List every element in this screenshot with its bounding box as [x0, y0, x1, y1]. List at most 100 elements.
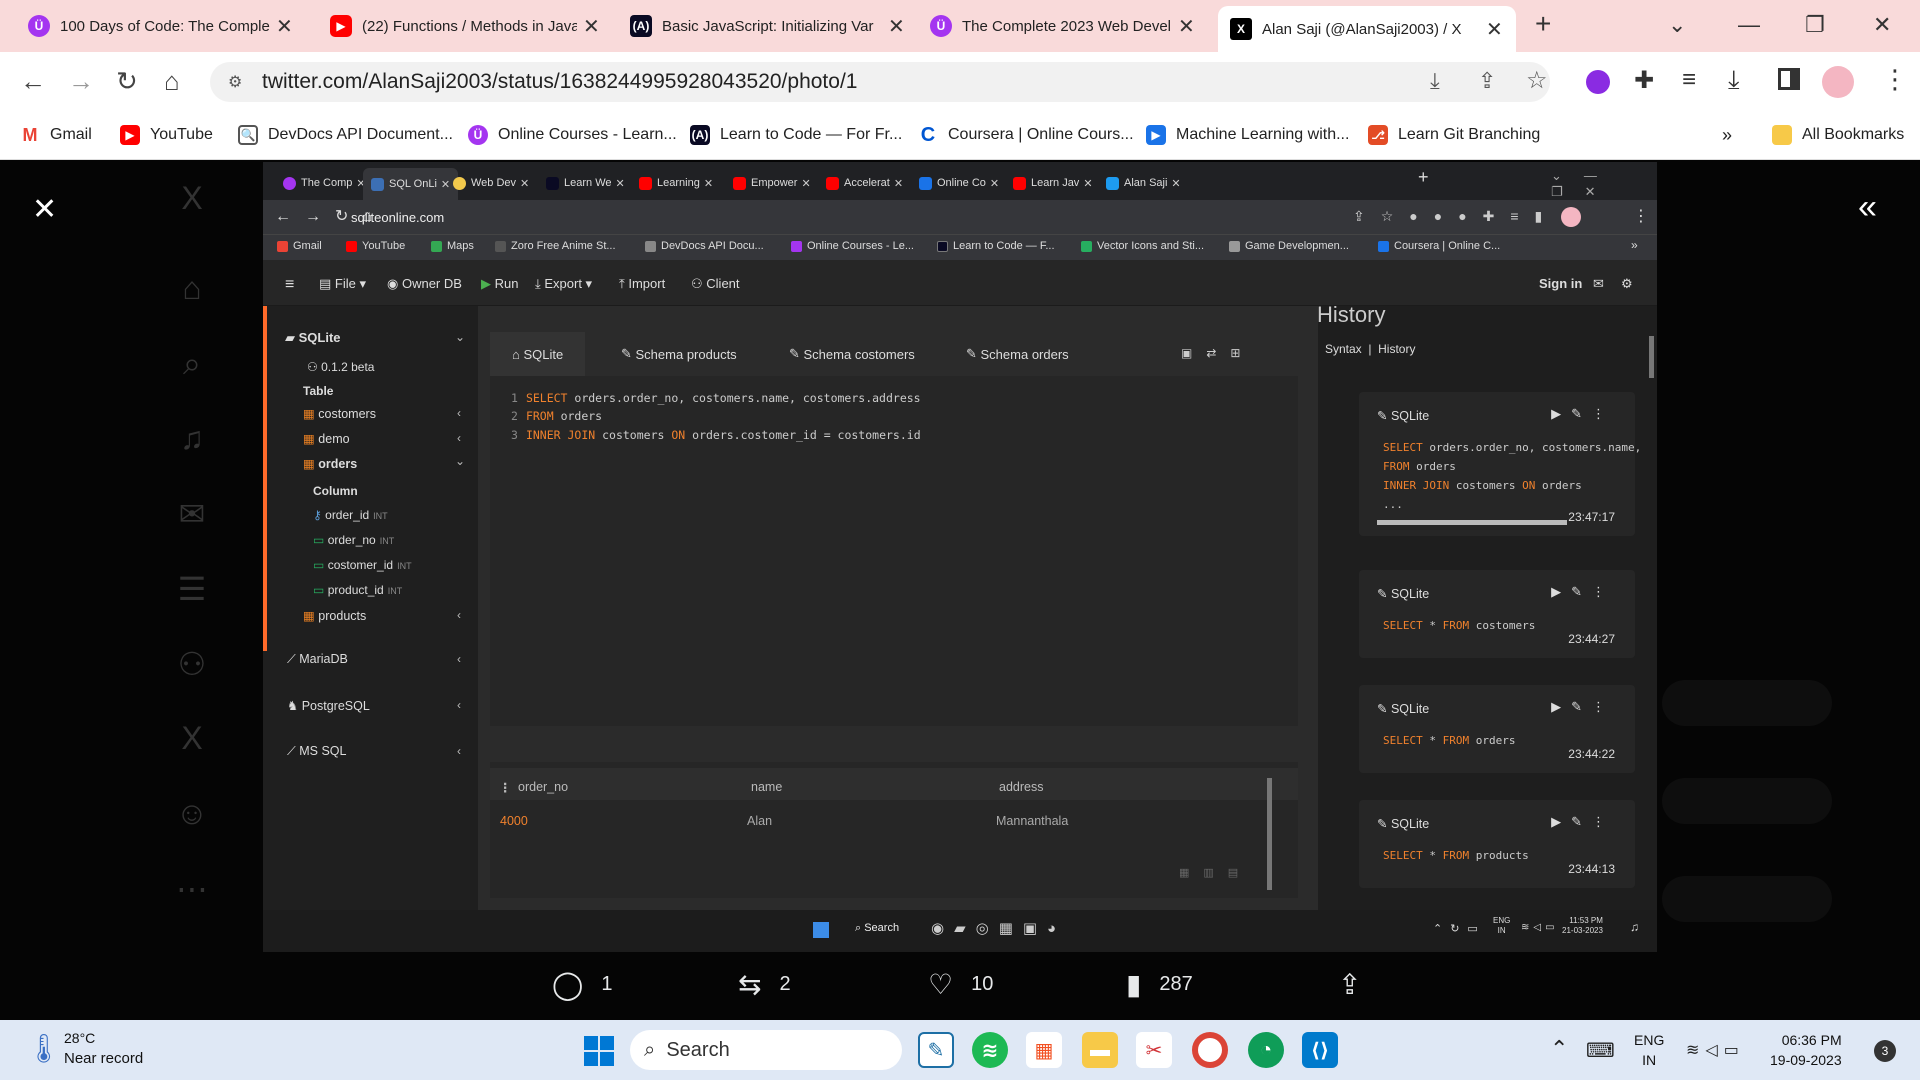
- chevron-left-icon: ‹: [457, 608, 461, 622]
- table-header: Table: [303, 384, 334, 398]
- home-icon: ⌂: [182, 270, 202, 306]
- whiteboard-app-icon[interactable]: ✎: [918, 1032, 954, 1068]
- inner-tab: Learn We ✕: [546, 170, 625, 196]
- bookmark-coursera[interactable]: C Coursera | Online Cours...: [918, 124, 1134, 146]
- thermometer-icon[interactable]: 🌡: [26, 1032, 62, 1065]
- back-icon[interactable]: ←: [20, 66, 46, 97]
- inner-bookmark: Vector Icons and Sti...: [1081, 240, 1204, 252]
- inner-avatar: [1561, 207, 1581, 227]
- bookmark-youtube[interactable]: ▶ YouTube: [120, 125, 213, 145]
- taskbar-search-box[interactable]: ⌕ Search: [630, 1030, 902, 1070]
- clock[interactable]: 06:36 PM 19-09-2023: [1770, 1030, 1842, 1070]
- like-button[interactable]: ♡ 10: [928, 968, 993, 1001]
- avatar[interactable]: [1822, 66, 1854, 98]
- result-col-address: address: [999, 780, 1044, 794]
- editor-action-icons: ▣⇄⊞: [1181, 346, 1255, 360]
- all-bookmarks[interactable]: All Bookmarks: [1772, 125, 1904, 145]
- store-icon[interactable]: ▦: [1026, 1032, 1062, 1068]
- close-icon[interactable]: ✕: [1178, 14, 1195, 39]
- forward-icon[interactable]: →: [68, 66, 94, 97]
- search-icon: ⌕: [644, 1038, 656, 1061]
- network-volume-battery-icons[interactable]: ≋◁▭: [1686, 1040, 1745, 1060]
- file-explorer-icon[interactable]: ▬: [1082, 1032, 1118, 1068]
- reply-button[interactable]: ◯ 1: [552, 968, 612, 1001]
- zoro-icon: [495, 240, 506, 252]
- close-icon[interactable]: ✕: [1486, 17, 1503, 42]
- media-icon[interactable]: ≡: [1682, 66, 1696, 94]
- inner-window-controls: ⌄—❐✕: [1551, 168, 1619, 199]
- puzzle-icon[interactable]: ✚: [1634, 66, 1654, 95]
- browser-tab-1[interactable]: Ü 100 Days of Code: The Complete ✕: [28, 8, 293, 44]
- close-icon[interactable]: ✕: [583, 14, 600, 39]
- close-window-button[interactable]: ✕: [1873, 12, 1891, 38]
- windows-start-button[interactable]: [584, 1036, 614, 1066]
- reload-icon[interactable]: ↻: [116, 66, 138, 97]
- client-button: ⚇ Client: [691, 276, 740, 291]
- chrome-icon[interactable]: [1192, 1032, 1228, 1068]
- results-scrollbar: [1267, 778, 1272, 890]
- snipping-tool-icon[interactable]: ✂: [1136, 1032, 1172, 1068]
- history-code: SELECT * FROM products: [1383, 849, 1529, 862]
- extension-icon[interactable]: [1586, 70, 1610, 94]
- install-icon[interactable]: ⤓: [1430, 68, 1440, 94]
- tray-chevron-icon[interactable]: ⌃: [1550, 1036, 1568, 1062]
- browser-tab-5-active[interactable]: X Alan Saji (@AlanSaji2003) / X ✕: [1218, 6, 1516, 52]
- bookmark-udemy[interactable]: Ü Online Courses - Learn...: [468, 125, 677, 145]
- weather-desc[interactable]: Near record: [64, 1050, 143, 1067]
- edge-icon[interactable]: ◔: [1248, 1032, 1284, 1068]
- chevron-left-icon: ‹: [457, 406, 461, 420]
- bookmark-freecodecamp[interactable]: (A) Learn to Code — For Fr...: [690, 125, 902, 145]
- mail-icon: ✉: [178, 496, 206, 532]
- download-icon[interactable]: ⤓: [1728, 64, 1740, 96]
- share-button[interactable]: ⇪: [1338, 968, 1379, 1001]
- close-icon[interactable]: ✕: [888, 14, 905, 39]
- more-bookmarks-button[interactable]: »: [1722, 125, 1732, 146]
- profile-icon: ☺: [175, 795, 209, 831]
- history-engine: ✎ SQLite: [1377, 817, 1430, 831]
- windows-start-icon: [813, 922, 829, 938]
- site-info-icon[interactable]: ⚙: [228, 72, 242, 92]
- url-text[interactable]: twitter.com/AlanSaji2003/status/16382449…: [262, 70, 857, 94]
- bookmark-ml[interactable]: ▶ Machine Learning with...: [1146, 125, 1349, 145]
- home-icon[interactable]: ⌂: [164, 66, 180, 97]
- minimize-button[interactable]: —: [1738, 12, 1760, 38]
- share-icon[interactable]: ⇪: [1478, 68, 1496, 94]
- star-icon[interactable]: ☆: [1526, 66, 1548, 95]
- retweet-button[interactable]: ⇆ 2: [738, 968, 791, 1001]
- close-icon[interactable]: ✕: [276, 14, 293, 39]
- restore-button[interactable]: ❐: [1805, 12, 1825, 38]
- bookmark-devdocs[interactable]: 🔍 DevDocs API Document...: [238, 125, 453, 145]
- sidepanel-icon[interactable]: [1778, 68, 1800, 90]
- language-indicator[interactable]: ENG IN: [1634, 1030, 1664, 1070]
- history-code: SELECT * FROM costomers: [1383, 619, 1536, 632]
- tab-search-chevron-icon[interactable]: ⌄: [1668, 12, 1686, 38]
- freecodecamp-icon: (A): [630, 15, 652, 37]
- browser-tab-4[interactable]: Ü The Complete 2023 Web Devel ✕: [930, 8, 1195, 44]
- browser-tab-3[interactable]: (A) Basic JavaScript: Initializing Var ✕: [630, 8, 905, 44]
- collapse-panel-icon[interactable]: «: [1858, 188, 1877, 227]
- vscode-icon[interactable]: ⟨⟩: [1302, 1032, 1338, 1068]
- history-title: History: [1317, 302, 1386, 327]
- column-product-id: ▭ product_id INT: [313, 583, 403, 597]
- views-button[interactable]: ▮ 287: [1126, 968, 1193, 1001]
- menu-kebab-icon[interactable]: ⋮: [1882, 64, 1908, 95]
- keyboard-icon[interactable]: ⌨: [1586, 1038, 1615, 1063]
- close-viewer-icon[interactable]: ✕: [32, 192, 57, 227]
- editor-line-2: 2 FROM orders: [511, 409, 603, 423]
- devdocs-icon: 🔍: [238, 125, 258, 145]
- results-menu-icon: ⋮: [499, 781, 512, 795]
- history-card-4: ✎ SQLite ▶✎⋮ SELECT * FROM products 23:4…: [1359, 800, 1635, 888]
- retweet-icon: ⇆: [738, 969, 762, 1000]
- vector-icon: [1081, 240, 1092, 252]
- new-tab-button[interactable]: +: [1535, 8, 1551, 40]
- browser-tab-2[interactable]: ▶ (22) Functions / Methods in Java ✕: [330, 8, 600, 44]
- bookmark-git[interactable]: ⎇ Learn Git Branching: [1368, 125, 1540, 145]
- youtube-icon: ▶: [330, 15, 352, 37]
- spotify-icon[interactable]: ≋: [972, 1032, 1008, 1068]
- bookmark-gmail[interactable]: M Gmail: [20, 125, 92, 145]
- notification-badge[interactable]: 3: [1874, 1040, 1896, 1062]
- history-card-actions: ▶✎⋮: [1551, 699, 1615, 714]
- weather-temp[interactable]: 28°C: [64, 1030, 95, 1046]
- follow-button-ghost: [1662, 876, 1832, 922]
- app-toolbar: [263, 260, 1657, 306]
